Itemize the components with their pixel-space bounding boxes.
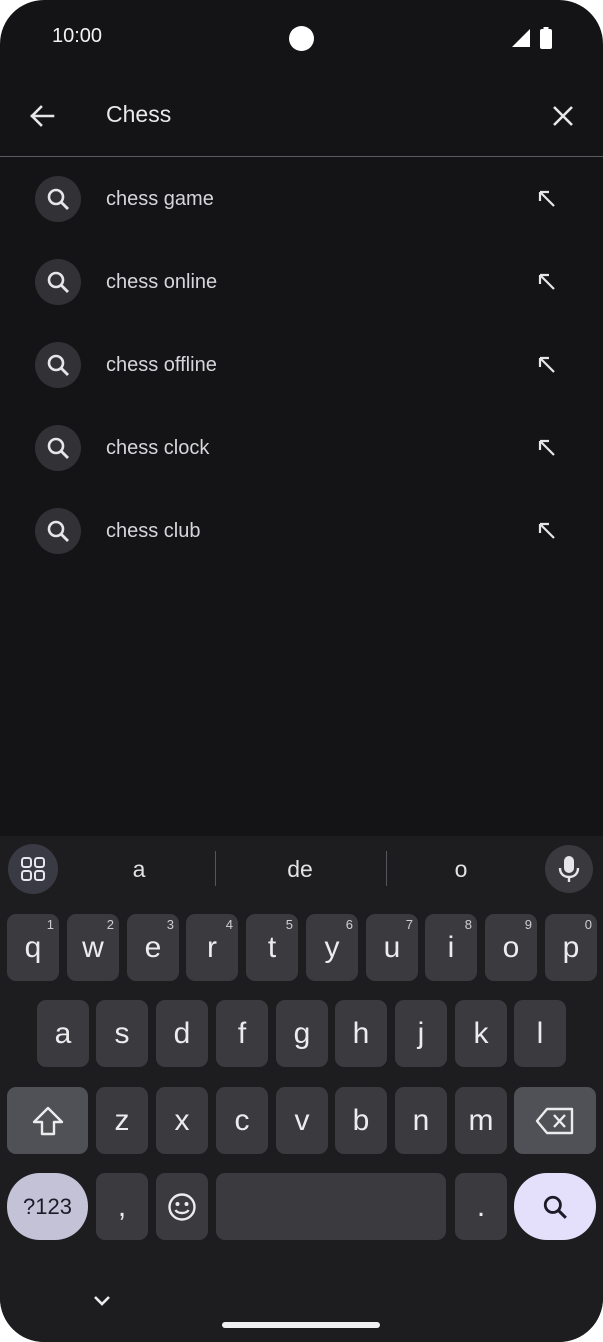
key-c[interactable]: c <box>216 1087 268 1154</box>
key-n[interactable]: n <box>395 1087 447 1154</box>
fill-query-icon[interactable] <box>533 268 561 296</box>
suggestion-item[interactable]: chess offline <box>0 324 603 407</box>
emoji-key[interactable] <box>156 1173 208 1240</box>
navigation-handle[interactable] <box>222 1322 380 1328</box>
emoji-icon <box>168 1192 196 1221</box>
fill-query-icon[interactable] <box>533 434 561 462</box>
suggestion-text: chess game <box>106 188 214 210</box>
key-m[interactable]: m <box>455 1087 507 1154</box>
fill-query-icon[interactable] <box>533 185 561 213</box>
search-input[interactable]: Chess <box>106 101 171 128</box>
backspace-key[interactable] <box>514 1087 596 1154</box>
battery-icon <box>540 27 552 49</box>
key-j[interactable]: j <box>395 1000 447 1067</box>
apps-grid-icon <box>21 857 45 881</box>
clear-search-button[interactable] <box>543 96 583 136</box>
suggestion-text: chess clock <box>106 437 210 459</box>
backspace-icon <box>535 1107 574 1134</box>
search-submit-key[interactable] <box>514 1173 596 1240</box>
symbols-key[interactable]: ?123 <box>7 1173 88 1240</box>
word-suggestion[interactable]: a <box>89 856 189 883</box>
key-e[interactable]: e3 <box>127 914 179 981</box>
search-icon <box>35 425 81 471</box>
key-d[interactable]: d <box>156 1000 208 1067</box>
key-i[interactable]: i8 <box>425 914 477 981</box>
search-icon <box>35 342 81 388</box>
back-button[interactable] <box>22 96 62 136</box>
suggestion-text: chess club <box>106 520 201 542</box>
signal-icon <box>512 29 530 47</box>
key-t[interactable]: t5 <box>246 914 298 981</box>
key-x[interactable]: x <box>156 1087 208 1154</box>
search-icon <box>543 1195 567 1219</box>
suggestion-item[interactable]: chess online <box>0 241 603 324</box>
chevron-down-icon <box>94 1296 110 1306</box>
search-divider <box>0 156 603 157</box>
status-time: 10:00 <box>52 25 103 47</box>
shift-key[interactable] <box>7 1087 88 1154</box>
suggestion-text: chess online <box>106 271 218 293</box>
hide-keyboard-button[interactable] <box>88 1291 116 1311</box>
soft-keyboard: a de o q1 w2 e3 r4 t5 y6 u7 i8 o9 p0 a s… <box>0 836 603 1342</box>
key-z[interactable]: z <box>96 1087 148 1154</box>
word-suggestion[interactable]: o <box>411 856 511 883</box>
key-k[interactable]: k <box>455 1000 507 1067</box>
microphone-icon <box>558 856 580 882</box>
close-icon <box>553 106 573 126</box>
key-v[interactable]: v <box>276 1087 328 1154</box>
fill-query-icon[interactable] <box>533 517 561 545</box>
suggestion-separator <box>386 851 387 886</box>
suggestion-item[interactable]: chess game <box>0 158 603 241</box>
key-f[interactable]: f <box>216 1000 268 1067</box>
suggestion-text: chess offline <box>106 354 217 376</box>
key-h[interactable]: h <box>335 1000 387 1067</box>
comma-key[interactable]: , <box>96 1173 148 1240</box>
voice-input-button[interactable] <box>545 845 593 893</box>
suggestion-item[interactable]: chess club <box>0 490 603 573</box>
period-key[interactable]: . <box>455 1173 507 1240</box>
key-g[interactable]: g <box>276 1000 328 1067</box>
search-icon <box>35 508 81 554</box>
arrow-back-icon <box>30 105 55 127</box>
key-a[interactable]: a <box>37 1000 89 1067</box>
key-y[interactable]: y6 <box>306 914 358 981</box>
shift-icon <box>32 1106 63 1135</box>
fill-query-icon[interactable] <box>533 351 561 379</box>
key-u[interactable]: u7 <box>366 914 418 981</box>
key-r[interactable]: r4 <box>186 914 238 981</box>
suggestion-separator <box>215 851 216 886</box>
search-icon <box>35 259 81 305</box>
key-p[interactable]: p0 <box>545 914 597 981</box>
key-w[interactable]: w2 <box>67 914 119 981</box>
key-b[interactable]: b <box>335 1087 387 1154</box>
search-icon <box>35 176 81 222</box>
suggestion-list: chess game chess online chess offline ch… <box>0 158 603 573</box>
phone-screen: 10:00 Chess chess game chess online ches… <box>0 0 603 1342</box>
camera-cutout <box>289 26 314 51</box>
key-o[interactable]: o9 <box>485 914 537 981</box>
key-q[interactable]: q1 <box>7 914 59 981</box>
key-s[interactable]: s <box>96 1000 148 1067</box>
word-suggestion[interactable]: de <box>250 856 350 883</box>
space-key[interactable] <box>216 1173 446 1240</box>
keyboard-menu-button[interactable] <box>8 844 58 894</box>
key-l[interactable]: l <box>514 1000 566 1067</box>
suggestion-item[interactable]: chess clock <box>0 407 603 490</box>
